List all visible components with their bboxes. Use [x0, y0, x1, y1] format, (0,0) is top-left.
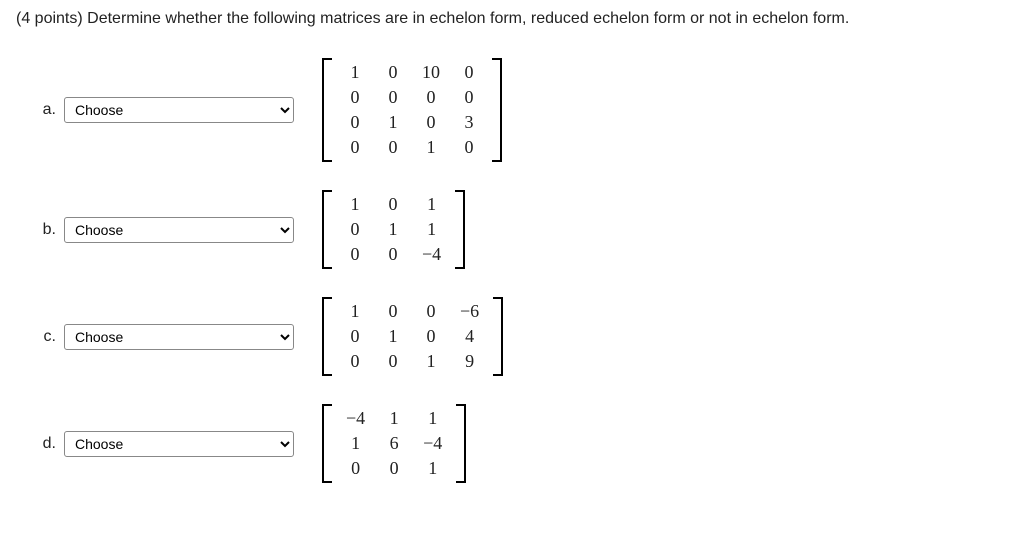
part-row: a.Choose10100000001030010: [36, 58, 1008, 162]
matrix-cell: 1: [336, 299, 374, 324]
part-label: a.: [36, 101, 56, 119]
matrix-row: 0000: [336, 85, 488, 110]
matrix-cell: 0: [374, 299, 412, 324]
matrix-cell: 9: [450, 349, 489, 374]
matrix-cell: −4: [413, 431, 452, 456]
matrix-cell: 0: [412, 324, 450, 349]
matrix-cell: 1: [336, 431, 375, 456]
matrix-row: 16−4: [336, 431, 452, 456]
matrix-cell: 0: [336, 217, 374, 242]
matrix-cell: 0: [374, 192, 412, 217]
part-row: b.Choose10101100−4: [36, 190, 1008, 269]
parts-list: a.Choose10100000001030010b.Choose1010110…: [16, 58, 1008, 483]
matrix-cell: 0: [374, 60, 412, 85]
matrix-row: 10100: [336, 60, 488, 85]
matrix-cell: 0: [412, 85, 450, 110]
matrix-table: −41116−4001: [336, 406, 452, 481]
matrix-cell: 0: [450, 85, 488, 110]
matrix-cell: 1: [413, 406, 452, 431]
matrix-row: 011: [336, 217, 451, 242]
matrix-cell: 0: [336, 135, 374, 160]
matrix-cell: 0: [450, 60, 488, 85]
bracket-left: [322, 297, 332, 376]
matrix-cell: 0: [374, 242, 412, 267]
part-row: c.Choose100−601040019: [36, 297, 1008, 376]
bracket-right: [493, 297, 503, 376]
matrix-table: 10100000001030010: [336, 60, 488, 160]
matrix-row: 0104: [336, 324, 489, 349]
matrix-cell: 1: [374, 324, 412, 349]
matrix-cell: 0: [336, 85, 374, 110]
matrix-table: 100−601040019: [336, 299, 489, 374]
matrix-cell: −4: [412, 242, 451, 267]
matrix-cell: 0: [374, 135, 412, 160]
matrix-cell: 1: [413, 456, 452, 481]
bracket-left: [322, 58, 332, 162]
matrix-cell: 1: [336, 192, 374, 217]
matrix-row: 101: [336, 192, 451, 217]
bracket-left: [322, 404, 332, 483]
matrix-cell: 1: [336, 60, 374, 85]
matrix-cell: 0: [336, 242, 374, 267]
bracket-right: [455, 190, 465, 269]
matrix-cell: 0: [336, 349, 374, 374]
matrix: 10100000001030010: [322, 58, 502, 162]
matrix-cell: 0: [336, 456, 375, 481]
matrix: 100−601040019: [322, 297, 503, 376]
answer-select[interactable]: Choose: [64, 324, 294, 350]
matrix-cell: 1: [374, 110, 412, 135]
matrix-cell: 0: [412, 110, 450, 135]
bracket-right: [456, 404, 466, 483]
matrix-cell: 3: [450, 110, 488, 135]
part-label: c.: [36, 328, 56, 346]
matrix-cell: 1: [412, 349, 450, 374]
matrix-cell: 1: [374, 217, 412, 242]
matrix-row: 0019: [336, 349, 489, 374]
matrix: 10101100−4: [322, 190, 465, 269]
matrix-row: 0010: [336, 135, 488, 160]
matrix-cell: 1: [412, 192, 451, 217]
matrix-cell: 1: [412, 217, 451, 242]
matrix-cell: −6: [450, 299, 489, 324]
matrix-cell: 0: [336, 110, 374, 135]
matrix: −41116−4001: [322, 404, 466, 483]
matrix-row: 0103: [336, 110, 488, 135]
matrix-cell: 0: [375, 456, 413, 481]
matrix-cell: 6: [375, 431, 413, 456]
matrix-cell: 0: [374, 85, 412, 110]
matrix-cell: 0: [450, 135, 488, 160]
matrix-row: 100−6: [336, 299, 489, 324]
matrix-cell: 1: [412, 135, 450, 160]
matrix-cell: 0: [374, 349, 412, 374]
points-label: (4 points): [16, 10, 87, 27]
matrix-row: −411: [336, 406, 452, 431]
matrix-cell: 1: [375, 406, 413, 431]
matrix-cell: 10: [412, 60, 450, 85]
matrix-cell: −4: [336, 406, 375, 431]
bracket-right: [492, 58, 502, 162]
answer-select[interactable]: Choose: [64, 431, 294, 457]
matrix-cell: 0: [412, 299, 450, 324]
matrix-cell: 4: [450, 324, 489, 349]
matrix-row: 00−4: [336, 242, 451, 267]
part-label: b.: [36, 221, 56, 239]
part-label: d.: [36, 435, 56, 453]
part-row: d.Choose−41116−4001: [36, 404, 1008, 483]
question-text: (4 points) Determine whether the followi…: [16, 10, 1008, 28]
matrix-row: 001: [336, 456, 452, 481]
matrix-cell: 0: [336, 324, 374, 349]
answer-select[interactable]: Choose: [64, 97, 294, 123]
bracket-left: [322, 190, 332, 269]
question-body: Determine whether the following matrices…: [87, 10, 849, 27]
answer-select[interactable]: Choose: [64, 217, 294, 243]
matrix-table: 10101100−4: [336, 192, 451, 267]
